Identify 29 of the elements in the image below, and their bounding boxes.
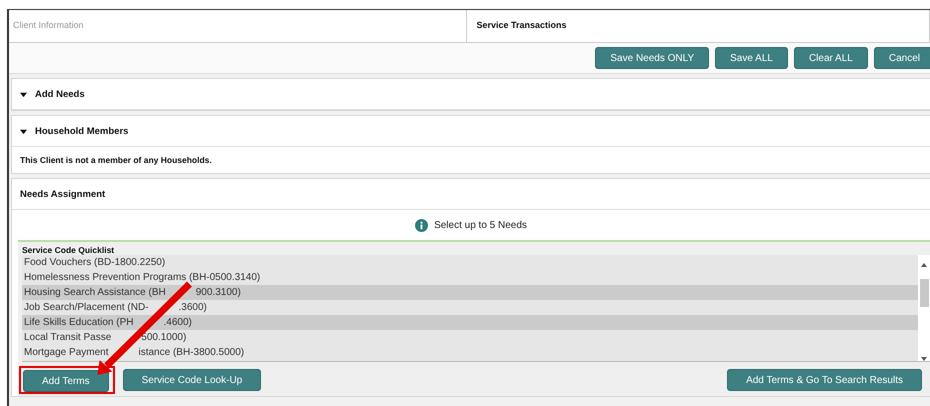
list-item[interactable]: Food Vouchers (BD-1800.2250) xyxy=(22,255,918,270)
quicklist-label: Service Code Quicklist xyxy=(22,245,116,255)
list-item[interactable]: Life Skills Education (PH .4600) xyxy=(22,315,918,330)
list-item[interactable]: Homelessness Prevention Programs (BH-0500.3140) xyxy=(22,270,918,285)
action-button[interactable]: Service Code Look-Up xyxy=(122,369,262,391)
list-item[interactable]: Local Transit Passe 500.1000) xyxy=(22,330,918,345)
list-item[interactable]: Housing Search Assistance (BH 900.3100) xyxy=(22,285,918,300)
scrollbar[interactable] xyxy=(918,255,930,361)
scroll-thumb[interactable] xyxy=(920,279,928,307)
toolbar-button[interactable]: Save ALL xyxy=(715,47,788,69)
list-item[interactable]: Mortgage Payment istance (BH-3800.5000) xyxy=(22,345,918,360)
action-button[interactable]: Add Terms xyxy=(23,370,109,392)
tab[interactable]: Service Transactions xyxy=(466,10,930,42)
info-text: Select up to 5 Needs xyxy=(434,220,527,230)
caret-down-icon[interactable] xyxy=(20,128,27,134)
message-text: This Client is not a member of any Households. xyxy=(19,154,213,167)
section-title[interactable]: Household Members xyxy=(35,126,128,136)
toolbar-button[interactable]: Cancel xyxy=(874,47,930,69)
caret-down-icon[interactable] xyxy=(20,90,27,98)
toolbar-button[interactable]: Clear ALL xyxy=(794,47,868,69)
scroll-down-icon[interactable] xyxy=(921,357,927,361)
info-icon xyxy=(415,218,428,232)
scroll-up-icon[interactable] xyxy=(921,263,927,267)
toolbar-button[interactable]: Save Needs ONLY xyxy=(595,47,710,69)
action-button[interactable]: Add Terms & Go To Search Results xyxy=(727,369,922,391)
section-title[interactable]: Add Needs xyxy=(35,88,85,100)
list-item[interactable]: Job Search/Placement (ND- .3600) xyxy=(22,300,918,315)
section-title: Needs Assignment xyxy=(20,188,106,200)
list-box[interactable] xyxy=(22,255,930,362)
